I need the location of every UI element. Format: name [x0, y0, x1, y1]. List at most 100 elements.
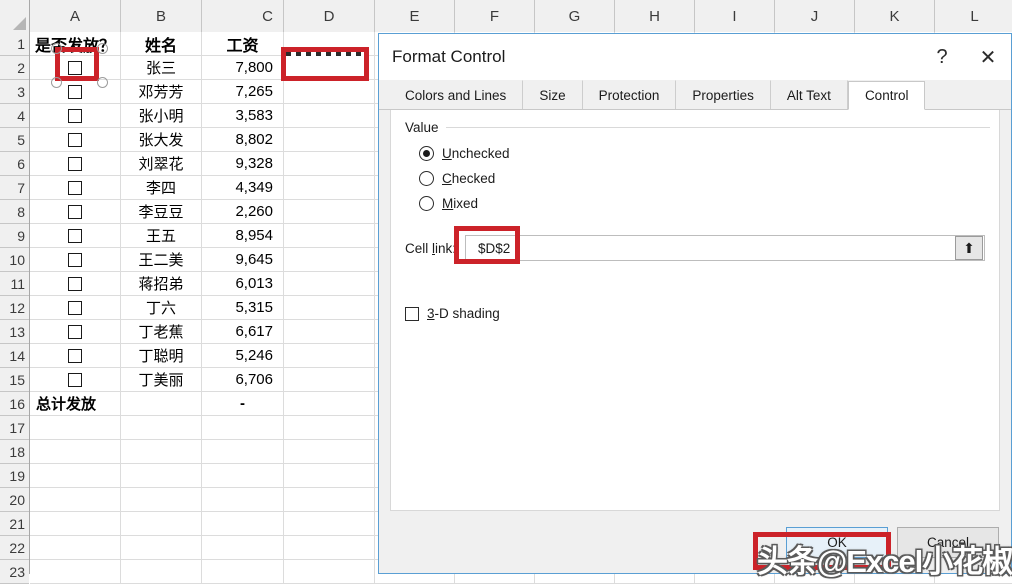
column-header-c[interactable]: C	[202, 0, 284, 32]
cell-B19[interactable]	[121, 464, 202, 487]
cell-D3[interactable]	[284, 80, 375, 103]
help-icon[interactable]: ?	[919, 34, 965, 80]
checkbox-control-icon[interactable]	[68, 204, 82, 219]
cell-D9[interactable]	[284, 224, 375, 247]
row-header[interactable]: 23	[0, 560, 29, 584]
cell-D7[interactable]	[284, 176, 375, 199]
cell-link-row[interactable]: Cell link: ⬆	[405, 234, 985, 262]
column-header-k[interactable]: K	[855, 0, 935, 32]
cell-D17[interactable]	[284, 416, 375, 439]
cell-b5[interactable]: 张大发	[121, 128, 202, 151]
checkbox-control-icon[interactable]	[68, 372, 82, 387]
cell-b4[interactable]: 张小明	[121, 104, 202, 127]
row-header[interactable]: 20	[0, 488, 29, 512]
checkbox-control-icon[interactable]	[68, 252, 82, 267]
cell-c6[interactable]: 9,328	[202, 152, 284, 175]
cell-D13[interactable]	[284, 320, 375, 343]
cell-A23[interactable]	[30, 560, 121, 583]
tab-control[interactable]: Control	[847, 81, 926, 110]
cell-c1[interactable]: 工资	[202, 32, 284, 55]
row-header[interactable]: 1	[0, 32, 29, 56]
cell-c5[interactable]: 8,802	[202, 128, 284, 151]
row-header[interactable]: 8	[0, 200, 29, 224]
cell-a16-total-label[interactable]: 总计发放	[30, 392, 121, 415]
cell-b6[interactable]: 刘翠花	[121, 152, 202, 175]
radio-unchecked-icon[interactable]	[419, 146, 434, 161]
row-header[interactable]: 22	[0, 536, 29, 560]
resize-handle-top-right[interactable]	[97, 43, 108, 54]
column-header-d[interactable]: D	[284, 0, 375, 32]
cell-b10[interactable]: 王二美	[121, 248, 202, 271]
row-header[interactable]: 17	[0, 416, 29, 440]
column-header-l[interactable]: L	[935, 0, 1012, 32]
cell-a5[interactable]	[30, 128, 121, 151]
cell-D15[interactable]	[284, 368, 375, 391]
cell-B20[interactable]	[121, 488, 202, 511]
cell-b3[interactable]: 邓芳芳	[121, 80, 202, 103]
row-header[interactable]: 19	[0, 464, 29, 488]
cell-c3[interactable]: 7,265	[202, 80, 284, 103]
cell-c16-total-value[interactable]: -	[202, 392, 284, 415]
close-icon[interactable]: ✕	[965, 34, 1011, 80]
cell-a9[interactable]	[30, 224, 121, 247]
cell-D22[interactable]	[284, 536, 375, 559]
cell-D23[interactable]	[284, 560, 375, 583]
column-header-b[interactable]: B	[121, 0, 202, 32]
radio-checked-icon[interactable]	[419, 171, 434, 186]
row-header[interactable]: 21	[0, 512, 29, 536]
checkbox-control-icon[interactable]	[68, 156, 82, 171]
checkbox-control-icon[interactable]	[68, 84, 82, 99]
resize-handle-top-left[interactable]	[51, 43, 62, 54]
cell-A17[interactable]	[30, 416, 121, 439]
cell-c13[interactable]: 6,617	[202, 320, 284, 343]
row-header[interactable]: 9	[0, 224, 29, 248]
cell-c4[interactable]: 3,583	[202, 104, 284, 127]
cell-D20[interactable]	[284, 488, 375, 511]
row-header[interactable]: 3	[0, 80, 29, 104]
row-header[interactable]: 7	[0, 176, 29, 200]
row-header[interactable]: 11	[0, 272, 29, 296]
cell-a11[interactable]	[30, 272, 121, 295]
checkbox-control-icon[interactable]	[68, 108, 82, 123]
cell-b15[interactable]: 丁美丽	[121, 368, 202, 391]
cell-b9[interactable]: 王五	[121, 224, 202, 247]
cell-b11[interactable]: 蒋招弟	[121, 272, 202, 295]
cell-b8[interactable]: 李豆豆	[121, 200, 202, 223]
cell-b12[interactable]: 丁六	[121, 296, 202, 319]
row-header[interactable]: 4	[0, 104, 29, 128]
cell-c11[interactable]: 6,013	[202, 272, 284, 295]
cell-c15[interactable]: 6,706	[202, 368, 284, 391]
column-header-j[interactable]: J	[775, 0, 855, 32]
cell-C19[interactable]	[202, 464, 284, 487]
checkbox-control-icon[interactable]	[68, 300, 82, 315]
column-header-h[interactable]: H	[615, 0, 695, 32]
row-header[interactable]: 12	[0, 296, 29, 320]
cell-B17[interactable]	[121, 416, 202, 439]
row-header[interactable]: 13	[0, 320, 29, 344]
cell-b13[interactable]: 丁老蕉	[121, 320, 202, 343]
cell-C22[interactable]	[202, 536, 284, 559]
ok-button[interactable]: OK	[786, 526, 888, 558]
cell-a7[interactable]	[30, 176, 121, 199]
tab-colors-and-lines[interactable]: Colors and Lines	[389, 80, 524, 109]
cancel-button[interactable]: Cancel	[897, 526, 999, 558]
cell-b1[interactable]: 姓名	[121, 32, 202, 55]
cell-b16[interactable]	[121, 392, 202, 415]
cell-D5[interactable]	[284, 128, 375, 151]
cell-link-input[interactable]	[466, 236, 955, 260]
cell-D11[interactable]	[284, 272, 375, 295]
tab-properties[interactable]: Properties	[676, 80, 771, 109]
tab-size[interactable]: Size	[523, 80, 583, 109]
cell-c8[interactable]: 2,260	[202, 200, 284, 223]
collapse-dialog-icon[interactable]: ⬆	[955, 236, 983, 260]
cell-c14[interactable]: 5,246	[202, 344, 284, 367]
checkbox-control-icon[interactable]	[68, 132, 82, 147]
cell-c7[interactable]: 4,349	[202, 176, 284, 199]
cell-d16[interactable]	[284, 392, 375, 415]
cell-C21[interactable]	[202, 512, 284, 535]
cell-D10[interactable]	[284, 248, 375, 271]
cell-B23[interactable]	[121, 560, 202, 583]
row-header[interactable]: 14	[0, 344, 29, 368]
radio-row-unchecked[interactable]: Unchecked	[419, 146, 510, 161]
cell-C23[interactable]	[202, 560, 284, 583]
